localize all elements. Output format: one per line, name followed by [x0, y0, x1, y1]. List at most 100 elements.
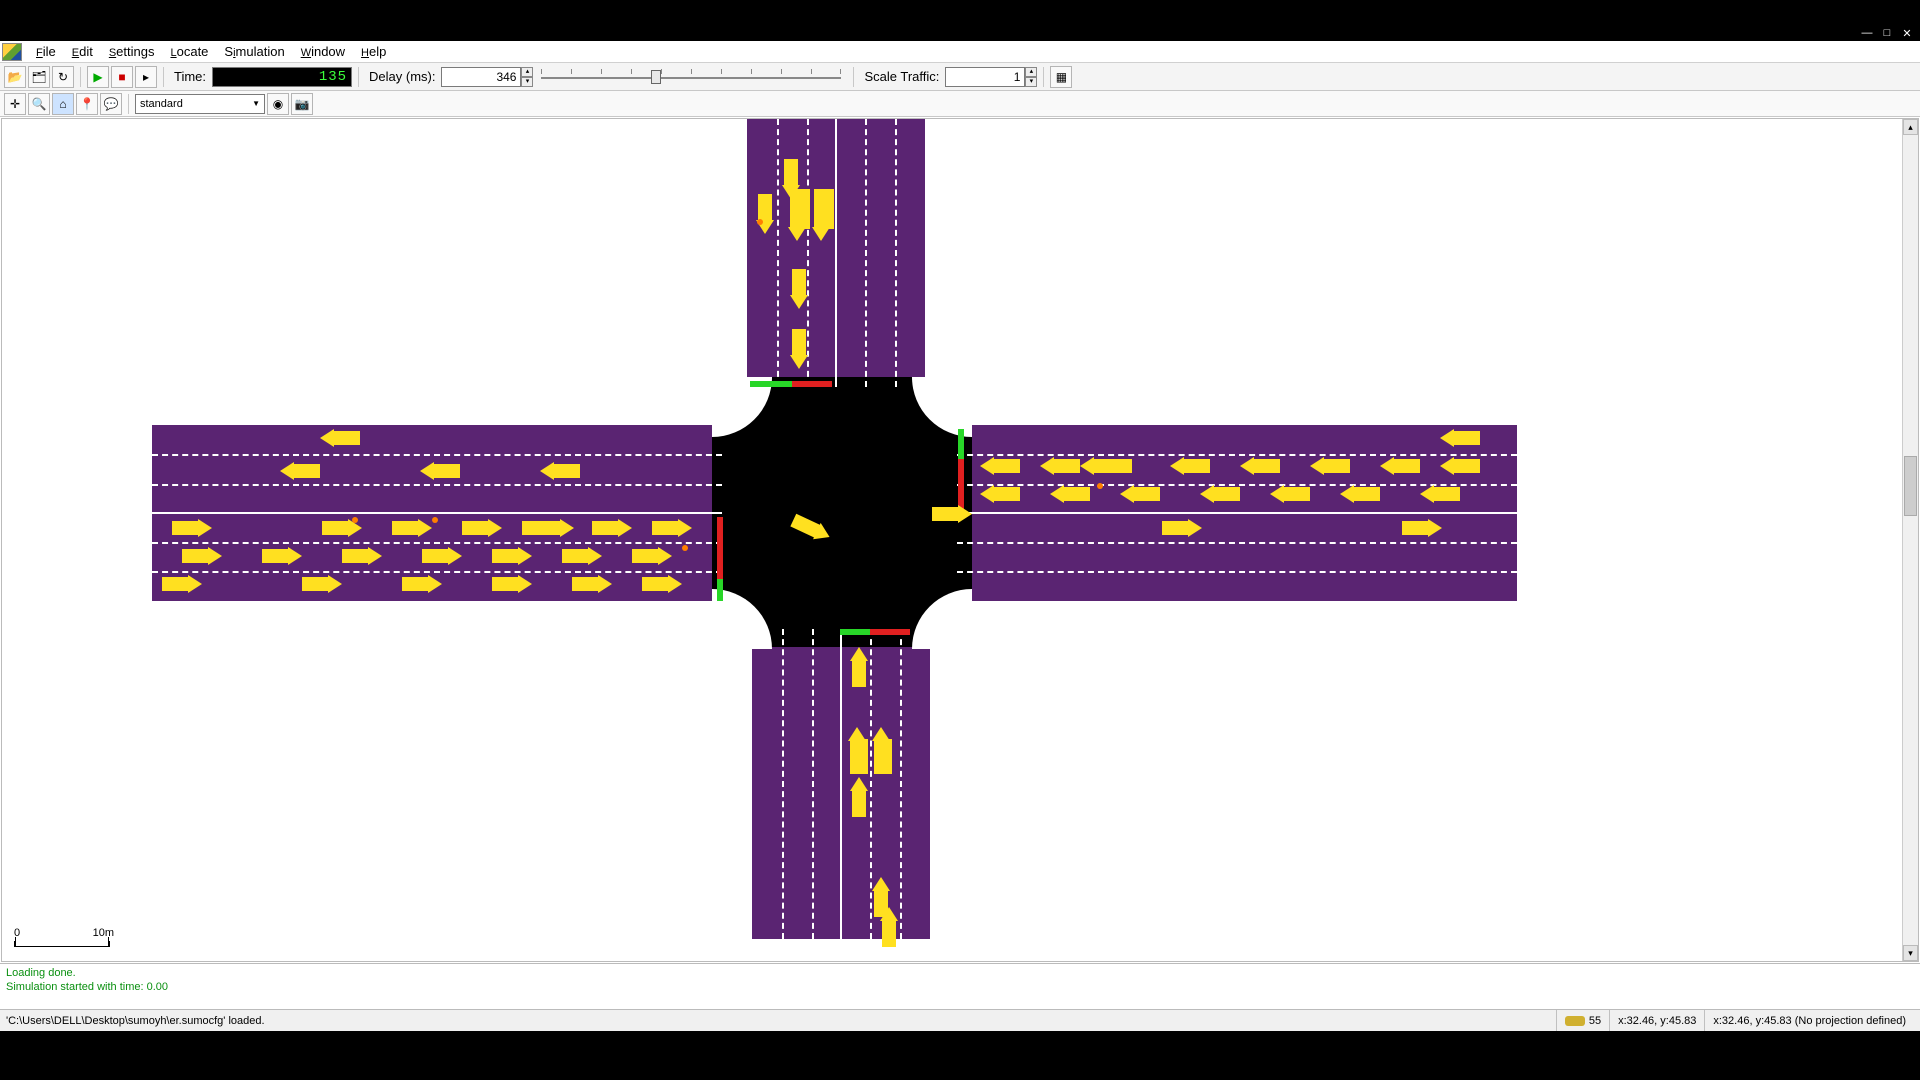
vehicle: [572, 577, 600, 591]
scroll-up[interactable]: ▴: [1903, 119, 1918, 135]
zoom-tool[interactable]: 🔍: [28, 93, 50, 115]
scale-up[interactable]: ▴: [1025, 67, 1037, 77]
status-message: 'C:\Users\DELL\Desktop\sumoyh\er.sumocfg…: [6, 1015, 1556, 1027]
pointer-tool[interactable]: ✛: [4, 93, 26, 115]
scroll-thumb[interactable]: [1904, 456, 1917, 516]
vehicle: [1282, 487, 1310, 501]
vehicle: [1052, 459, 1080, 473]
vehicle: [552, 464, 580, 478]
vehicle: [1062, 487, 1090, 501]
color-scheme-dropdown[interactable]: standard ▼: [135, 94, 265, 114]
screenshot-button[interactable]: 📷: [291, 93, 313, 115]
menu-edit[interactable]: Edit: [64, 42, 101, 61]
menu-help[interactable]: Help: [353, 42, 394, 61]
scale-traffic-label: Scale Traffic:: [860, 69, 943, 84]
scale-down[interactable]: ▾: [1025, 77, 1037, 87]
delay-value[interactable]: 346: [441, 67, 521, 87]
color-scheme-value: standard: [140, 98, 183, 110]
maximize-button[interactable]: □: [1880, 27, 1894, 39]
vertical-scrollbar[interactable]: ▴ ▾: [1902, 119, 1918, 961]
vehicle: [392, 521, 420, 535]
open-button[interactable]: 📂: [4, 66, 26, 88]
stop-button[interactable]: ■: [111, 66, 133, 88]
vehicle: [792, 269, 806, 297]
vehicle: [402, 577, 430, 591]
scroll-down[interactable]: ▾: [1903, 945, 1918, 961]
log-line: Simulation started with time: 0.00: [6, 980, 1914, 994]
signal-red: [870, 629, 910, 635]
message-log: Loading done. Simulation started with ti…: [0, 963, 1920, 1009]
vehicle: [758, 194, 772, 222]
vehicle: [1212, 487, 1240, 501]
scale-value[interactable]: 1: [945, 67, 1025, 87]
vehicle: [790, 189, 810, 229]
reload-button[interactable]: ↻: [52, 66, 74, 88]
play-button[interactable]: ▶: [87, 66, 109, 88]
vehicle: [262, 549, 290, 563]
delay-spinner[interactable]: 346 ▴▾: [441, 67, 533, 87]
vehicle: [422, 549, 450, 563]
vehicle: [1432, 487, 1460, 501]
vehicle: [882, 919, 896, 947]
delay-up[interactable]: ▴: [521, 67, 533, 77]
menu-window[interactable]: Window: [293, 42, 353, 61]
vehicle: [1252, 459, 1280, 473]
view-toolbar: ✛ 🔍 ⌂ 📍 💬 standard ▼ ◉ 📷: [0, 91, 1920, 117]
vehicle: [852, 789, 866, 817]
vehicle: [642, 577, 670, 591]
step-button[interactable]: ▸: [135, 66, 157, 88]
menu-locate[interactable]: Locate: [162, 42, 216, 61]
vehicle: [932, 507, 960, 521]
home-view-button[interactable]: ⌂: [52, 93, 74, 115]
minimize-button[interactable]: —: [1860, 27, 1874, 39]
color-wheel-button[interactable]: ◉: [267, 93, 289, 115]
vehicle: [1162, 521, 1190, 535]
vehicle: [292, 464, 320, 478]
vehicle: [492, 577, 520, 591]
vehicle: [1402, 521, 1430, 535]
vehicle-count: 55: [1556, 1010, 1609, 1031]
vehicle: [1132, 487, 1160, 501]
vehicle: [462, 521, 490, 535]
vehicle: [1392, 459, 1420, 473]
scale-spinner[interactable]: 1 ▴▾: [945, 67, 1037, 87]
locate-tool[interactable]: 📍: [76, 93, 98, 115]
vehicle: [342, 549, 370, 563]
delay-slider[interactable]: [541, 67, 841, 87]
toggle-view-button[interactable]: ▦: [1050, 66, 1072, 88]
vehicle: [1322, 459, 1350, 473]
menubar: FFileile Edit Settings Locate Simulation…: [0, 41, 1920, 63]
signal-green: [717, 579, 723, 601]
vehicle: [814, 189, 834, 229]
open-network-button[interactable]: 🗂: [28, 66, 50, 88]
simulation-view[interactable]: 0 10m ▴ ▾: [1, 118, 1919, 962]
vehicle: [492, 549, 520, 563]
menu-settings[interactable]: Settings: [101, 42, 163, 61]
menu-simulation[interactable]: Simulation: [216, 42, 292, 61]
delay-down[interactable]: ▾: [521, 77, 533, 87]
menu-file[interactable]: FFileile: [28, 42, 64, 61]
scale-max: 10m: [93, 927, 114, 939]
vehicle: [874, 739, 892, 774]
vehicle: [182, 549, 210, 563]
chevron-down-icon: ▼: [252, 99, 260, 108]
car-icon: [1565, 1016, 1585, 1026]
vehicle: [792, 329, 806, 357]
close-button[interactable]: ✕: [1900, 27, 1914, 40]
vehicle: [992, 459, 1020, 473]
tooltip-toggle[interactable]: 💬: [100, 93, 122, 115]
vehicle: [652, 521, 680, 535]
vehicle: [522, 521, 562, 535]
time-display: 135: [212, 67, 352, 87]
coords-net: x:32.46, y:45.83: [1609, 1010, 1704, 1031]
delay-label: Delay (ms):: [365, 69, 439, 84]
vehicle: [172, 521, 200, 535]
vehicle: [562, 549, 590, 563]
time-label: Time:: [170, 69, 210, 84]
slider-thumb[interactable]: [651, 70, 661, 84]
log-line: Loading done.: [6, 966, 1914, 980]
vehicle: [1352, 487, 1380, 501]
scale-bar: 0 10m: [14, 927, 114, 947]
vehicle: [850, 739, 868, 774]
vehicle: [322, 521, 350, 535]
